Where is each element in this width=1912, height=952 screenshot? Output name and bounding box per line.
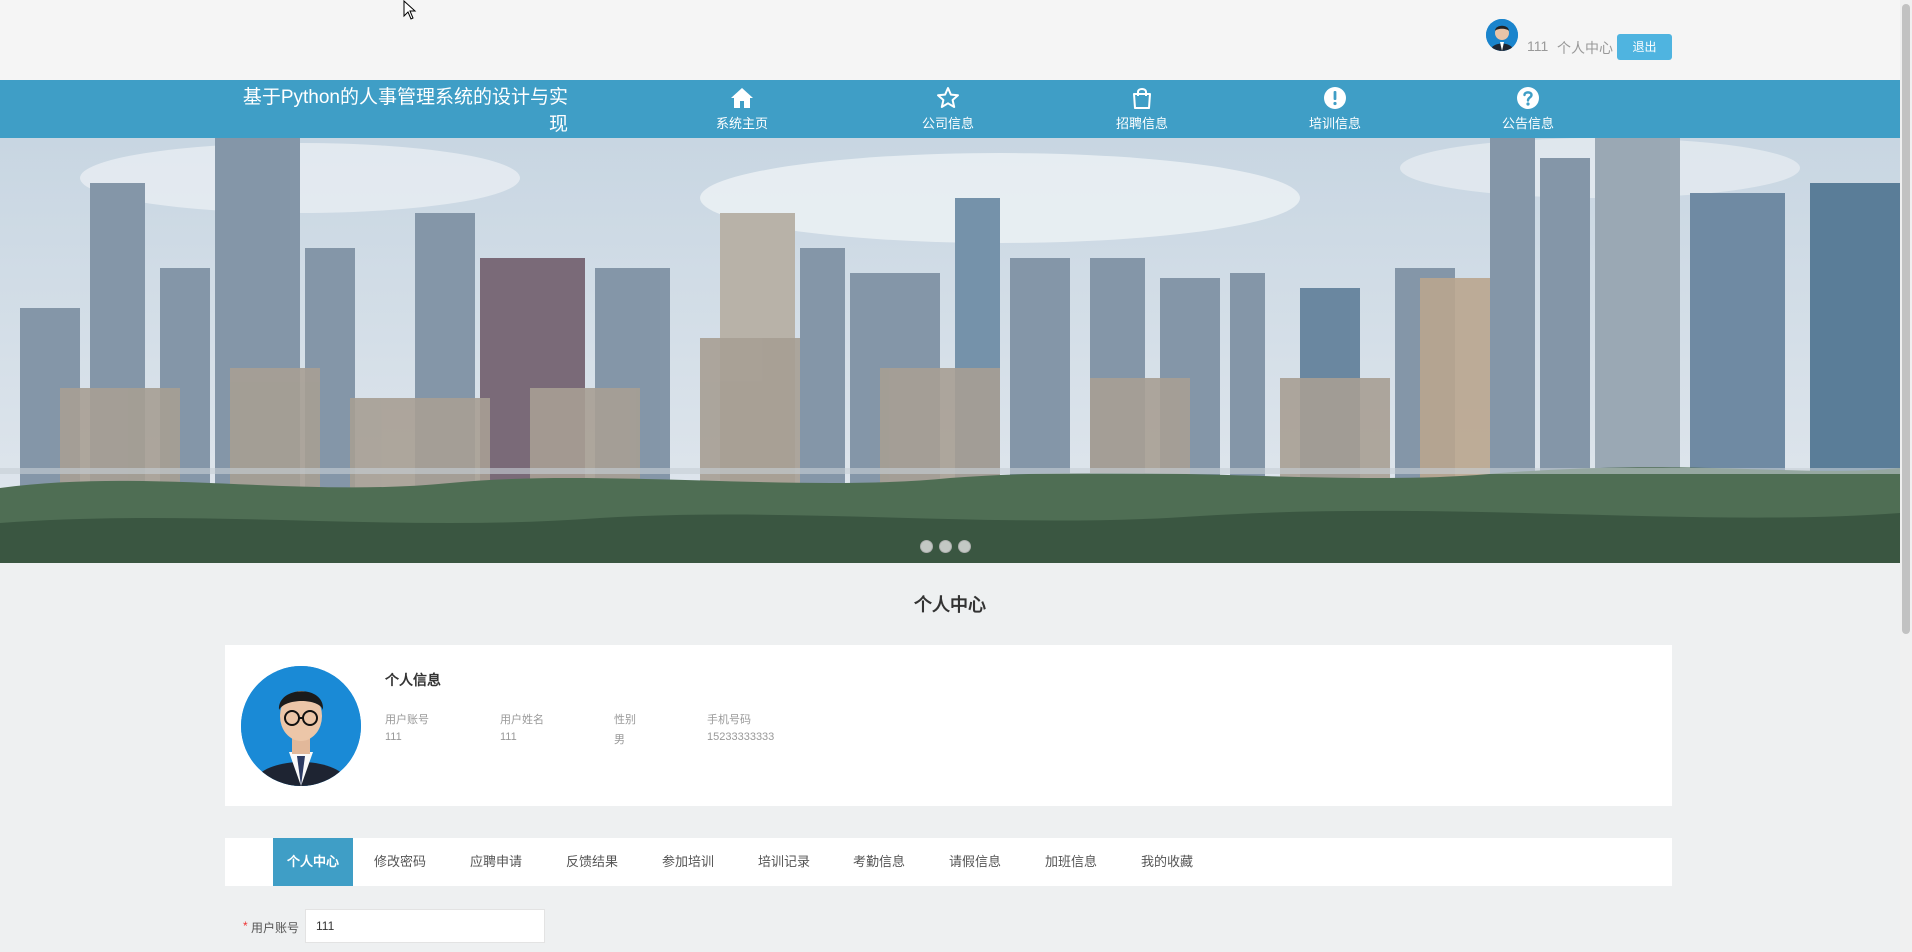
mouse-cursor-icon	[403, 0, 417, 20]
tab-leave[interactable]: 请假信息	[935, 838, 1015, 886]
profile-field-phone: 手机号码 15233333333	[707, 711, 774, 743]
field-label: 用户姓名	[500, 714, 544, 726]
field-value: 111	[500, 731, 517, 743]
nav-item-home[interactable]: 系统主页	[682, 84, 802, 136]
site-brand-title: 基于Python的人事管理系统的设计与实现	[242, 87, 568, 135]
tab-attendance[interactable]: 考勤信息	[839, 838, 919, 886]
required-mark: *	[243, 919, 248, 933]
account-input[interactable]	[305, 909, 545, 943]
field-value: 15233333333	[707, 731, 775, 743]
user-center-link[interactable]: 个人中心	[1557, 38, 1613, 58]
carousel-dot-3[interactable]	[958, 540, 971, 553]
scrollbar-thumb[interactable]	[1902, 4, 1910, 634]
profile-card-title: 个人信息	[385, 672, 441, 688]
city-skyline-image	[0, 138, 1900, 563]
main-navbar: 基于Python的人事管理系统的设计与实现 系统主页 公司信息 招聘信息 培训信…	[0, 80, 1900, 138]
profile-field-name: 用户姓名 111	[500, 711, 544, 743]
exclamation-circle-icon	[1324, 87, 1346, 109]
tab-overtime[interactable]: 加班信息	[1031, 838, 1111, 886]
nav-item-label: 招聘信息	[1115, 116, 1168, 131]
carousel-dot-1[interactable]	[920, 540, 933, 553]
nav-item-recruitment[interactable]: 招聘信息	[1082, 84, 1202, 136]
nav-item-training[interactable]: 培训信息	[1275, 84, 1395, 136]
tab-user-center[interactable]: 个人中心	[273, 838, 353, 886]
user-avatar[interactable]	[1486, 19, 1518, 51]
tab-favorites[interactable]: 我的收藏	[1127, 838, 1207, 886]
tab-join-training[interactable]: 参加培训	[648, 838, 728, 886]
nav-item-label: 公司信息	[921, 116, 974, 131]
field-label: 手机号码	[707, 714, 751, 726]
page-title: 个人中心	[914, 595, 986, 615]
shopping-bag-icon	[1133, 88, 1151, 109]
user-center-tabs: 个人中心 修改密码 应聘申请 反馈结果 参加培训 培训记录 考勤信息 请假信息 …	[225, 838, 1672, 886]
carousel-dot-2[interactable]	[939, 540, 952, 553]
profile-field-gender: 性别 男	[614, 711, 636, 747]
banner-carousel[interactable]	[0, 138, 1900, 563]
profile-field-account: 用户账号 111	[385, 711, 429, 743]
nav-item-company[interactable]: 公司信息	[888, 84, 1008, 136]
home-icon	[731, 88, 753, 108]
nav-item-announcement[interactable]: 公告信息	[1468, 84, 1588, 136]
nav-item-label: 培训信息	[1308, 116, 1361, 131]
tab-change-password[interactable]: 修改密码	[360, 838, 440, 886]
nav-item-label: 系统主页	[715, 116, 768, 131]
question-circle-icon	[1517, 87, 1539, 109]
field-value: 男	[614, 734, 625, 746]
tab-training-records[interactable]: 培训记录	[744, 838, 824, 886]
page-scrollbar[interactable]	[1900, 0, 1912, 952]
tab-job-application[interactable]: 应聘申请	[456, 838, 536, 886]
field-value: 111	[385, 731, 402, 743]
star-icon	[937, 87, 959, 108]
carousel-indicators	[920, 540, 971, 553]
account-field-label: 用户账号	[251, 921, 300, 935]
field-label: 性别	[614, 714, 636, 726]
username-label: 111	[1527, 38, 1549, 54]
top-user-bar: 111 个人中心 退出	[0, 0, 1900, 80]
field-label: 用户账号	[385, 714, 429, 726]
tab-feedback-result[interactable]: 反馈结果	[552, 838, 632, 886]
nav-item-label: 公告信息	[1501, 116, 1554, 131]
profile-avatar	[241, 666, 361, 786]
logout-button[interactable]: 退出	[1617, 34, 1672, 60]
profile-card: 个人信息 用户账号 111 用户姓名 111 性别 男 手机号码 1523333…	[225, 645, 1672, 806]
